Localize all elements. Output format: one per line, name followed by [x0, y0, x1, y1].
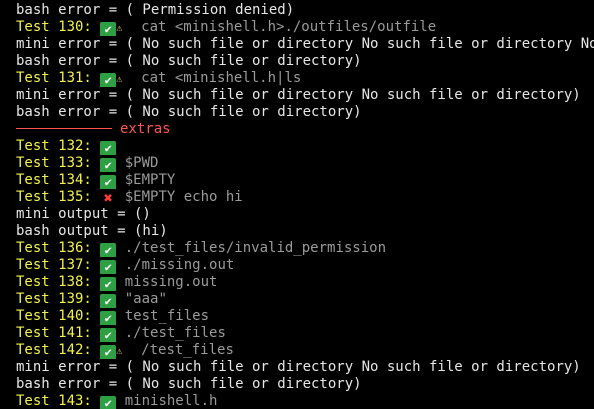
- test-label: Test 142:: [16, 342, 92, 358]
- test-command: $EMPTY: [124, 172, 176, 188]
- terminal-output: bash error = ( Permission denied) Test 13…: [16, 2, 594, 409]
- check-mark-icon: ✔: [100, 158, 117, 172]
- test-command: ./test_files/invalid_permission: [124, 240, 387, 256]
- test-label: Test 133:: [16, 155, 92, 171]
- test-command: ./missing.out: [124, 257, 235, 273]
- test-command: "aaa": [124, 291, 167, 307]
- test-result-line: Test 138: ✔ missing.out: [16, 274, 594, 291]
- output-line: mini error = ( No such file or directory…: [16, 359, 594, 376]
- test-result-line: Test 132: ✔: [16, 138, 594, 155]
- test-result-line: Test 140: ✔ test_files: [16, 308, 594, 325]
- check-mark-icon: ✔: [100, 328, 117, 342]
- test-label: Test 130:: [16, 19, 92, 35]
- test-command: $PWD: [124, 155, 159, 171]
- test-result-line: Test 137: ✔ ./missing.out: [16, 257, 594, 274]
- check-mark-icon: ✔: [100, 294, 117, 308]
- output-text: mini output = (): [16, 206, 151, 222]
- test-label: Test 140:: [16, 308, 92, 324]
- output-line: bash error = ( No such file or directory…: [16, 53, 594, 70]
- test-label: Test 139:: [16, 291, 92, 307]
- test-label: Test 134:: [16, 172, 92, 188]
- output-text: bash error = ( Permission denied): [16, 2, 295, 18]
- test-command: missing.out: [124, 274, 218, 290]
- test-label: Test 141:: [16, 325, 92, 341]
- warning-icon: ⚠: [116, 74, 123, 85]
- output-text: mini error = ( No such file or directory…: [16, 359, 581, 375]
- test-label: Test 137:: [16, 257, 92, 273]
- check-mark-icon: ✔: [100, 243, 117, 257]
- output-line: bash error = ( Permission denied): [16, 2, 594, 19]
- check-mark-icon: ✔: [100, 311, 117, 325]
- test-command: test_files: [124, 308, 210, 324]
- test-command: /test_files: [141, 342, 234, 358]
- output-text: bash error = ( No such file or directory…: [16, 376, 362, 392]
- test-command: cat <minishell.h|ls: [141, 70, 302, 86]
- test-command: $EMPTY echo hi: [124, 189, 243, 205]
- output-text: bash error = ( No such file or directory…: [16, 104, 362, 120]
- test-label: Test 136:: [16, 240, 92, 256]
- test-label: Test 132:: [16, 138, 92, 154]
- warning-icon: ⚠: [116, 346, 123, 357]
- cross-mark-icon: ✖: [103, 189, 113, 206]
- test-result-line: Test 135: ✖ $EMPTY echo hi: [16, 189, 594, 206]
- check-mark-icon: ✔: [100, 345, 117, 359]
- output-line: mini error = ( No such file or directory…: [16, 36, 594, 53]
- output-text: mini error = ( No such file or directory…: [16, 87, 581, 103]
- check-mark-icon: ✔: [100, 175, 117, 189]
- check-mark-icon: ✔: [100, 141, 117, 155]
- test-result-line: Test 139: ✔ "aaa": [16, 291, 594, 308]
- test-result-line: Test 143: ✔ minishell.h: [16, 393, 594, 409]
- test-result-line: Test 136: ✔ ./test_files/invalid_permiss…: [16, 240, 594, 257]
- test-command: ./test_files: [124, 325, 226, 341]
- test-result-line: Test 130: ✔ ⚠ cat <minishell.h>./outfiles…: [16, 19, 594, 36]
- terminal-window[interactable]: bash error = ( Permission denied) Test 13…: [0, 0, 594, 409]
- check-mark-icon: ✔: [100, 396, 117, 409]
- output-text: mini error = ( No such file or directory…: [16, 36, 594, 52]
- test-label: Test 131:: [16, 70, 92, 86]
- output-text: bash error = ( No such file or directory…: [16, 53, 362, 69]
- test-command: minishell.h: [124, 393, 218, 409]
- test-label: Test 138:: [16, 274, 92, 290]
- output-line: bash output = (hi): [16, 223, 594, 240]
- output-line: bash error = ( No such file or directory…: [16, 376, 594, 393]
- test-result-line: Test 131: ✔ ⚠ cat <minishell.h|ls: [16, 70, 594, 87]
- test-label: Test 143:: [16, 393, 92, 409]
- section-separator: extras: [16, 121, 594, 138]
- section-label: extras: [120, 121, 171, 137]
- output-line: bash error = ( No such file or directory…: [16, 104, 594, 121]
- test-result-line: Test 134: ✔ $EMPTY: [16, 172, 594, 189]
- check-mark-icon: ✔: [100, 73, 117, 87]
- test-result-line: Test 142: ✔ ⚠ /test_files: [16, 342, 594, 359]
- check-mark-icon: ✔: [100, 260, 117, 274]
- check-mark-icon: ✔: [100, 22, 117, 36]
- output-text: bash output = (hi): [16, 223, 168, 239]
- separator-rule: [16, 128, 112, 129]
- output-line: mini error = ( No such file or directory…: [16, 87, 594, 104]
- test-label: Test 135:: [16, 189, 92, 205]
- test-result-line: Test 141: ✔ ./test_files: [16, 325, 594, 342]
- output-line: mini output = (): [16, 206, 594, 223]
- check-mark-icon: ✔: [100, 277, 117, 291]
- test-result-line: Test 133: ✔ $PWD: [16, 155, 594, 172]
- test-command: cat <minishell.h>./outfiles/outfile: [141, 19, 437, 35]
- warning-icon: ⚠: [116, 23, 123, 34]
